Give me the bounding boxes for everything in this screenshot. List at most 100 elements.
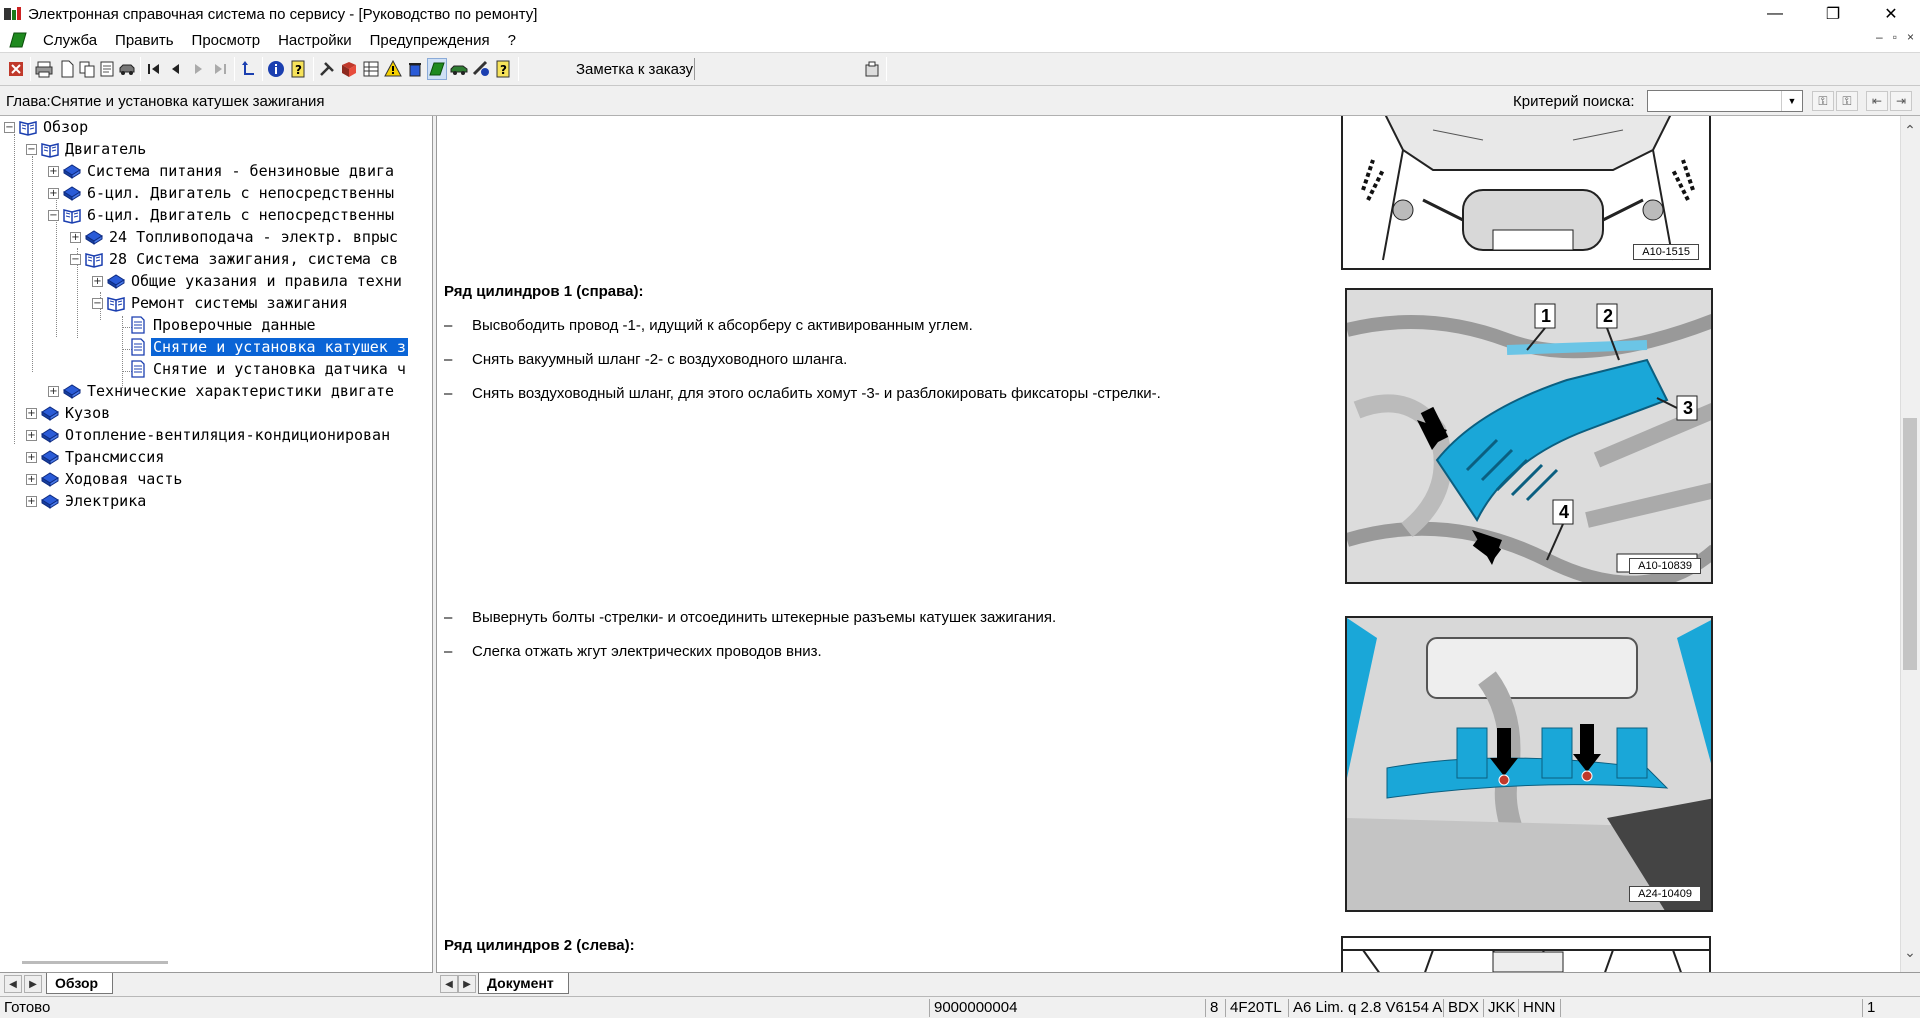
window-title: Электронная справочная система по сервис… (28, 5, 538, 23)
tools-icon[interactable] (317, 58, 337, 80)
doc-tab-scroll-right-icon[interactable]: ▶ (458, 975, 476, 993)
tip-icon[interactable]: ? (493, 58, 513, 80)
tree-node[interactable]: +6-цил. Двигатель с непосредственны (48, 182, 396, 204)
tree-node[interactable]: + Отопление-вентиляция-кондиционирован (26, 424, 392, 446)
menu-settings[interactable]: Настройки (269, 32, 361, 49)
warning-icon[interactable] (383, 58, 403, 80)
callout-4: 4 (1559, 502, 1570, 522)
menu-view[interactable]: Просмотр (183, 32, 270, 49)
go-back-icon[interactable] (238, 58, 258, 80)
tree-node-label: Снятие и установка катушек з (151, 338, 408, 356)
note-edit-icon[interactable] (862, 58, 882, 80)
expand-icon[interactable]: + (48, 187, 59, 199)
collapse-icon[interactable]: − (4, 121, 15, 133)
document-tab-bar: ◀ ▶ Документ (436, 972, 1920, 994)
first-page-icon[interactable] (144, 58, 164, 80)
expand-icon[interactable]: + (26, 407, 37, 419)
menu-warnings[interactable]: Предупреждения (361, 32, 499, 49)
expand-icon[interactable]: + (92, 275, 103, 287)
exit-icon[interactable] (6, 58, 26, 80)
car-search-icon[interactable] (449, 58, 469, 80)
notes-icon[interactable] (97, 58, 117, 80)
tab-document[interactable]: Документ (478, 973, 569, 994)
expand-icon[interactable]: + (26, 495, 37, 507)
tree-node[interactable]: + Общие указания и правила техни (92, 270, 404, 292)
doc-tab-scroll-left-icon[interactable]: ◀ (440, 975, 458, 993)
tree-node[interactable]: − Ремонт системы зажигания (92, 292, 350, 314)
mdi-restore-button[interactable]: ▫ (1893, 30, 1897, 44)
closed-book-icon (63, 184, 81, 202)
scroll-up-icon[interactable]: ⌃ (1900, 122, 1920, 138)
expand-icon[interactable]: + (26, 429, 37, 441)
tree-node[interactable]: + Электрика (26, 490, 148, 512)
tree-node-label: Двигатель (65, 140, 147, 158)
step-dash: – (444, 385, 453, 402)
document-icon (129, 338, 147, 356)
next-page-icon[interactable] (188, 58, 208, 80)
bin-icon[interactable] (405, 58, 425, 80)
menu-app-icon[interactable] (8, 31, 28, 49)
menu-edit[interactable]: Править (106, 32, 183, 49)
tree-node[interactable]: Проверочные данные (114, 314, 318, 336)
tree-node[interactable]: Снятие и установка катушек з (114, 336, 408, 358)
search-criteria-select[interactable] (1647, 90, 1803, 112)
search-options-icon[interactable]: ⚿ (1836, 91, 1858, 111)
minimize-button[interactable]: — (1746, 0, 1804, 28)
collapse-icon[interactable]: − (92, 297, 103, 309)
close-button[interactable]: ✕ (1862, 0, 1920, 28)
menu-help[interactable]: ? (499, 32, 525, 49)
tree-node-label: Ходовая часть (65, 470, 183, 488)
step-text: Вывернуть болты -стрелки- и отсоединить … (472, 609, 1057, 626)
search-filter-icon[interactable]: ⚿ (1812, 91, 1834, 111)
copy-icon[interactable] (77, 58, 97, 80)
tree-node[interactable]: + Технические характеристики двигате (48, 380, 396, 402)
search-backward-icon[interactable]: ⇤ (1866, 91, 1888, 111)
print-icon[interactable] (34, 58, 54, 80)
tab-scroll-right-icon[interactable]: ▶ (24, 975, 42, 993)
tree-node[interactable]: + Кузов (26, 402, 112, 424)
mdi-minimize-button[interactable]: – (1876, 30, 1883, 44)
tree-node[interactable]: + Система питания - бензиновые двига (48, 160, 396, 182)
green-book-icon[interactable] (427, 58, 447, 80)
info-icon[interactable] (266, 58, 286, 80)
collapse-icon[interactable]: − (26, 143, 37, 155)
mdi-close-button[interactable]: × (1907, 30, 1914, 44)
help-question-icon[interactable]: ? (288, 58, 308, 80)
menu-service[interactable]: Служба (34, 32, 106, 49)
scrollbar-thumb[interactable] (1903, 418, 1917, 670)
new-document-icon[interactable] (57, 58, 77, 80)
tab-scroll-left-icon[interactable]: ◀ (4, 975, 22, 993)
search-criteria-label: Критерий поиска: (1513, 93, 1635, 110)
expand-icon[interactable]: + (70, 231, 81, 243)
restore-button[interactable]: ❐ (1804, 0, 1862, 28)
tab-overview[interactable]: Обзор (46, 973, 114, 994)
search-forward-icon[interactable]: ⇥ (1890, 91, 1912, 111)
vehicle-icon[interactable] (117, 58, 137, 80)
red-book-icon[interactable] (339, 58, 359, 80)
previous-page-icon[interactable] (166, 58, 186, 80)
order-note-field[interactable] (694, 58, 854, 80)
expand-icon[interactable]: + (48, 385, 59, 397)
expand-icon[interactable]: + (48, 165, 59, 177)
collapse-icon[interactable]: − (70, 253, 81, 265)
tree-node[interactable]: − Двигатель (26, 138, 148, 160)
wrench-car-icon[interactable] (471, 58, 491, 80)
tree-node[interactable]: +24 Топливоподача - электр. впрыс (70, 226, 400, 248)
tree-node[interactable]: + Трансмиссия (26, 446, 166, 468)
tree-node[interactable]: − 6-цил. Двигатель с непосредственны (48, 204, 396, 226)
expand-icon[interactable]: + (26, 451, 37, 463)
scroll-down-icon[interactable]: ⌄ (1900, 944, 1920, 960)
collapse-icon[interactable]: − (48, 209, 59, 221)
table-icon[interactable] (361, 58, 381, 80)
open-book-icon (19, 118, 37, 136)
tree-node[interactable]: − 28 Система зажигания, система св (70, 248, 400, 270)
tree-node-label: Обзор (43, 118, 89, 136)
expand-icon[interactable]: + (26, 473, 37, 485)
tree-node[interactable]: Снятие и установка датчика ч (114, 358, 408, 380)
tree-horizontal-scrollbar[interactable] (22, 961, 168, 964)
chevron-down-icon[interactable]: ▼ (1781, 91, 1802, 111)
step-text: Снять вакуумный шланг -2- с воздуховодно… (472, 351, 848, 368)
last-page-icon[interactable] (210, 58, 230, 80)
tree-node[interactable]: + Ходовая часть (26, 468, 184, 490)
tree-node[interactable]: − Обзор (4, 116, 90, 138)
